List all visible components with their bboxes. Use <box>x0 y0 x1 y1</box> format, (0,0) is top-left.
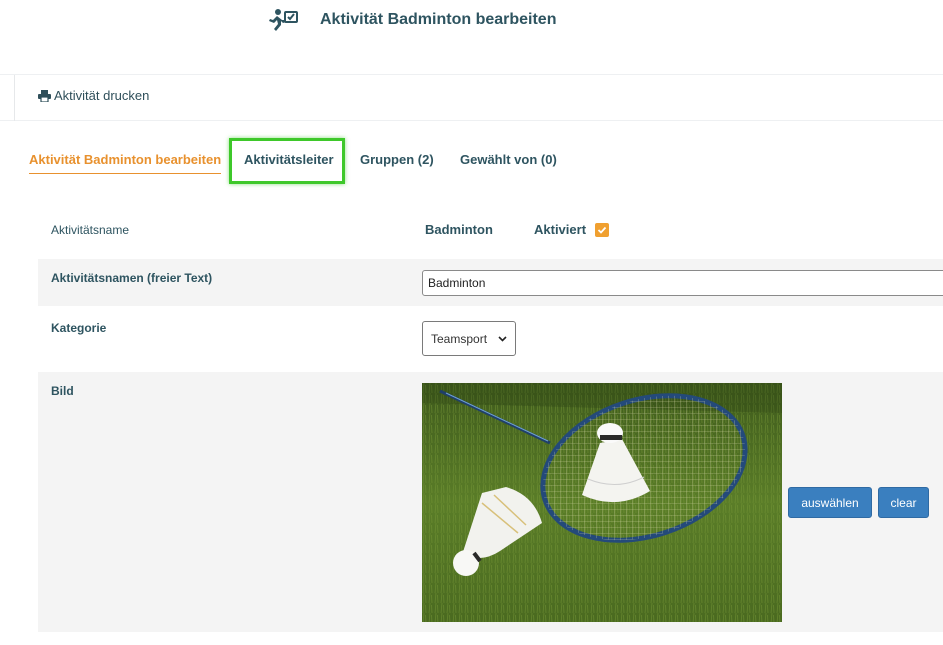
tab-chosen-by[interactable]: Gewählt von (0) <box>460 152 557 167</box>
checkmark-icon <box>597 226 607 234</box>
print-activity-label: Aktivität drucken <box>54 88 150 103</box>
activity-name-value: Badminton <box>425 222 493 237</box>
clear-image-button[interactable]: clear <box>878 487 929 518</box>
toolbar-divider <box>14 75 15 121</box>
printer-icon <box>38 89 51 102</box>
running-person-icon <box>269 9 298 31</box>
category-selected-value: Teamsport <box>431 331 488 346</box>
page-title: Aktivität Badminton bearbeiten <box>320 11 557 28</box>
freetext-label: Aktivitätsnamen (freier Text) <box>51 271 213 285</box>
category-select[interactable]: Teamsport <box>422 321 516 356</box>
activity-name-label: Aktivitätsname <box>51 223 130 237</box>
image-label: Bild <box>51 384 74 398</box>
page-header: Aktivität Badminton bearbeiten <box>0 0 943 75</box>
activity-image <box>422 383 782 622</box>
tab-activity-leader[interactable]: Aktivitätsleiter <box>244 152 334 167</box>
freetext-input[interactable] <box>422 270 943 296</box>
chevron-down-icon <box>498 335 507 342</box>
tab-bar: Aktivität Badminton bearbeiten Aktivität… <box>0 138 943 186</box>
choose-image-button[interactable]: auswählen <box>788 487 872 518</box>
tab-groups[interactable]: Gruppen (2) <box>360 152 434 167</box>
print-activity-link[interactable]: Aktivität drucken <box>38 88 149 103</box>
tab-edit-activity[interactable]: Aktivität Badminton bearbeiten <box>29 152 222 174</box>
toolbar: Aktivität drucken <box>0 75 943 121</box>
activated-label: Aktiviert <box>534 222 587 237</box>
activated-checkbox[interactable] <box>595 223 609 237</box>
category-label: Kategorie <box>51 321 107 335</box>
